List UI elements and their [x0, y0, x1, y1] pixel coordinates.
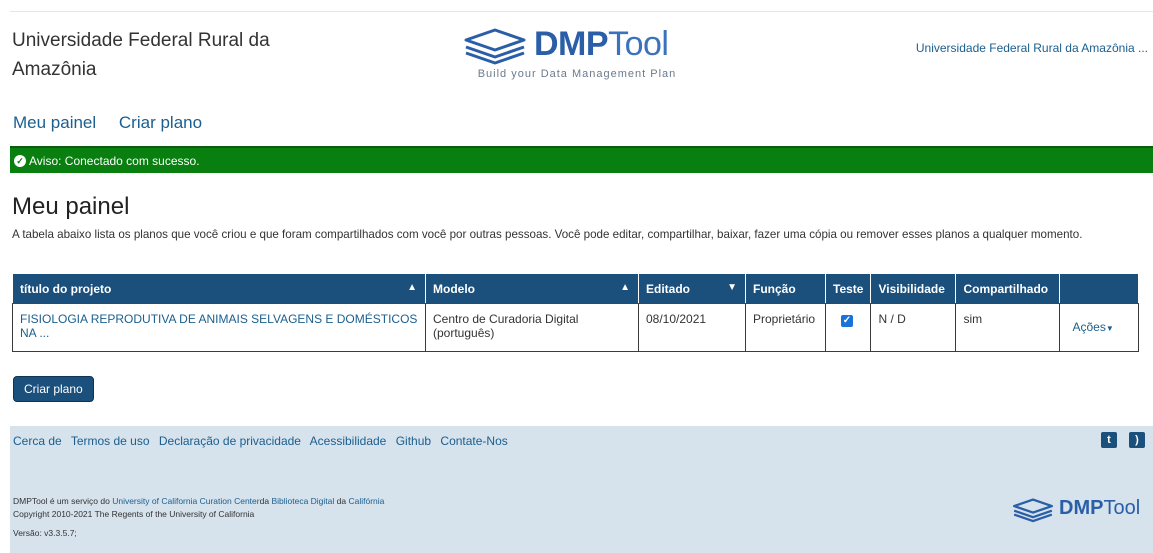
org-name: Universidade Federal Rural da Amazônia [12, 30, 270, 80]
actions-dropdown[interactable]: Ações▼ [1072, 320, 1113, 334]
layers-icon [1013, 498, 1053, 523]
footer-logo-wordmark: DMPTool [1059, 497, 1141, 519]
copyright: Copyright 2010-2021 The Regents of the U… [13, 509, 255, 519]
layers-icon [464, 28, 526, 65]
rss-icon[interactable]: ) [1129, 432, 1145, 448]
success-notice: ✓ Aviso: Conectado com sucesso. [10, 146, 1153, 173]
col-role-header: Função [745, 273, 826, 304]
footer-dmptool-logo[interactable]: DMPTool [1009, 495, 1149, 525]
col-model-header[interactable]: Modelo ▲︎ [425, 273, 639, 304]
plan-title-link[interactable]: FISIOLOGIA REPRODUTIVA DE ANIMAIS SELVAG… [20, 312, 417, 340]
col-test-header: Teste [824, 273, 872, 304]
footer: Cerca de Termos de uso Declaração de pri… [10, 426, 1153, 553]
sort-icon[interactable]: ▲︎ [407, 282, 417, 293]
footer-link-github[interactable]: Github [396, 434, 431, 448]
cell-test: ✓ [824, 303, 872, 352]
col-visibility-header: Visibilidade [870, 273, 957, 304]
sort-icon[interactable]: ▲︎ [620, 282, 630, 293]
page-title: Meu painel [12, 193, 130, 220]
nav-meu-painel[interactable]: Meu painel [13, 113, 96, 132]
version-text: Versão: v3.3.5.7; [13, 528, 77, 538]
cell-edited: 08/10/2021 [638, 303, 746, 352]
main-nav: Meu painel Criar plano [13, 113, 220, 133]
footer-links: Cerca de Termos de uso Declaração de pri… [13, 434, 514, 448]
footer-link-contact[interactable]: Contate-Nos [440, 434, 507, 448]
footer-link-terms[interactable]: Termos de uso [71, 434, 150, 448]
social-links: t ) [1101, 432, 1145, 448]
test-checkbox[interactable]: ✓ [841, 315, 853, 327]
plans-table: título do projeto ▲︎ Modelo ▲︎ Editado ▼ Fu… [12, 273, 1139, 352]
logo-wordmark: DMPTool [534, 25, 669, 63]
top-divider [10, 11, 1153, 12]
cell-role: Proprietário [745, 303, 826, 352]
notice-text: Aviso: Conectado com sucesso. [29, 153, 200, 168]
logo-tagline: Build your Data Management Plan [477, 68, 677, 80]
cell-actions: Ações▼ [1059, 303, 1139, 352]
check-circle-icon: ✓ [14, 154, 26, 167]
california-link[interactable]: Califórnia [348, 496, 384, 506]
page-description: A tabela abaixo lista os planos que você… [12, 228, 1083, 241]
cell-visibility: N / D [870, 303, 957, 352]
col-actions-header [1059, 273, 1139, 304]
org-link[interactable]: Universidade Federal Rural da Amazônia .… [916, 41, 1148, 55]
col-shared-header: Compartilhado [955, 273, 1061, 304]
cdl-link[interactable]: Biblioteca Digital [271, 496, 334, 506]
caret-down-icon: ▼ [1105, 324, 1114, 333]
cell-shared: sim [955, 303, 1061, 352]
footer-link-privacy[interactable]: Declaração de privacidade [159, 434, 301, 448]
twitter-icon[interactable]: t [1101, 432, 1117, 448]
uc3-link[interactable]: University of California Curation Center [112, 496, 259, 506]
table-row: FISIOLOGIA REPRODUTIVA DE ANIMAIS SELVAG… [12, 303, 1139, 352]
cell-model: Centro de Curadoria Digital (português) [425, 303, 639, 352]
table-header-row: título do projeto ▲︎ Modelo ▲︎ Editado ▼ Fu… [12, 273, 1139, 304]
footer-link-about[interactable]: Cerca de [13, 434, 62, 448]
col-edited-header[interactable]: Editado ▼ [638, 273, 746, 304]
cell-title: FISIOLOGIA REPRODUTIVA DE ANIMAIS SELVAG… [12, 303, 426, 352]
footer-link-accessibility[interactable]: Acessibilidade [310, 434, 387, 448]
footer-info: DMPTool é um serviço do University of Ca… [13, 496, 385, 519]
create-plan-button[interactable]: Criar plano [13, 376, 94, 402]
dmptool-logo[interactable]: DMPTool Build your Data Management Plan [462, 25, 692, 88]
col-title-header[interactable]: título do projeto ▲︎ [12, 273, 426, 304]
sort-desc-icon[interactable]: ▼ [727, 282, 737, 293]
nav-criar-plano[interactable]: Criar plano [119, 113, 202, 132]
